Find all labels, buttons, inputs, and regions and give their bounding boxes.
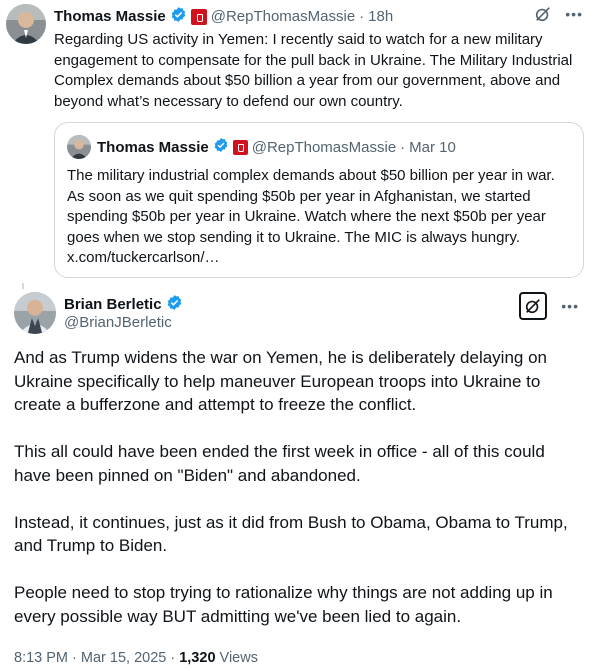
top-separator: · — [359, 8, 365, 25]
top-tweet-actions: ••• — [533, 4, 583, 24]
top-tweet-time[interactable]: 18h — [368, 8, 393, 25]
main-tweet-text: And as Trump widens the war on Yemen, he… — [14, 346, 579, 628]
top-tweet-header: Thomas Massie @RepThomasMassie · 18h — [54, 6, 393, 27]
top-author-name[interactable]: Thomas Massie — [54, 8, 166, 25]
quoted-author-handle: @RepThomasMassie — [251, 138, 397, 156]
quoted-author-avatar — [67, 135, 91, 159]
more-options-icon[interactable]: ••• — [561, 298, 579, 314]
government-flag-icon — [190, 8, 207, 25]
more-options-icon[interactable]: ••• — [565, 6, 583, 22]
tweet-meta: 8:13 PM · Mar 15, 2025 · 1,320 Views — [14, 650, 258, 666]
main-tweet-actions: ••• — [519, 292, 579, 320]
quoted-tweet-header: Thomas Massie @RepThomasMassie · Mar 10 — [97, 137, 456, 157]
quoted-tweet-text: The military industrial complex demands … — [67, 167, 555, 266]
thread-connector — [22, 283, 24, 289]
tweet-timestamp[interactable]: 8:13 PM · Mar 15, 2025 · — [14, 650, 179, 666]
top-tweet-text: Regarding US activity in Yemen: I recent… — [54, 31, 573, 110]
main-paragraph: This all could have been ended the first… — [14, 442, 545, 485]
main-author-avatar[interactable] — [14, 292, 56, 334]
main-paragraph: And as Trump widens the war on Yemen, he… — [14, 348, 547, 414]
grok-icon[interactable] — [519, 292, 548, 320]
quoted-author-name: Thomas Massie — [97, 138, 209, 156]
main-paragraph: Instead, it continues, just as it did fr… — [14, 512, 568, 556]
quoted-tweet-card[interactable]: Thomas Massie @RepThomasMassie · Mar 10 … — [54, 122, 584, 278]
top-author-avatar[interactable] — [6, 4, 46, 44]
main-author-name[interactable]: Brian Berletic — [64, 296, 162, 313]
main-paragraph: People need to stop trying to rationaliz… — [14, 583, 553, 626]
main-author-name-row: Brian Berletic — [64, 294, 183, 315]
grok-icon[interactable] — [533, 4, 553, 24]
views-count: 1,320 — [179, 650, 216, 666]
quoted-separator: · — [400, 138, 406, 156]
government-flag-icon — [232, 139, 248, 155]
top-author-handle[interactable]: @RepThomasMassie — [211, 8, 355, 25]
main-author-handle[interactable]: @BrianJBerletic — [64, 314, 172, 331]
verified-badge-icon — [166, 294, 183, 315]
verified-badge-icon — [170, 6, 187, 27]
views-label: Views — [215, 650, 258, 666]
quoted-tweet-time: Mar 10 — [409, 138, 456, 156]
verified-badge-icon — [213, 137, 229, 157]
